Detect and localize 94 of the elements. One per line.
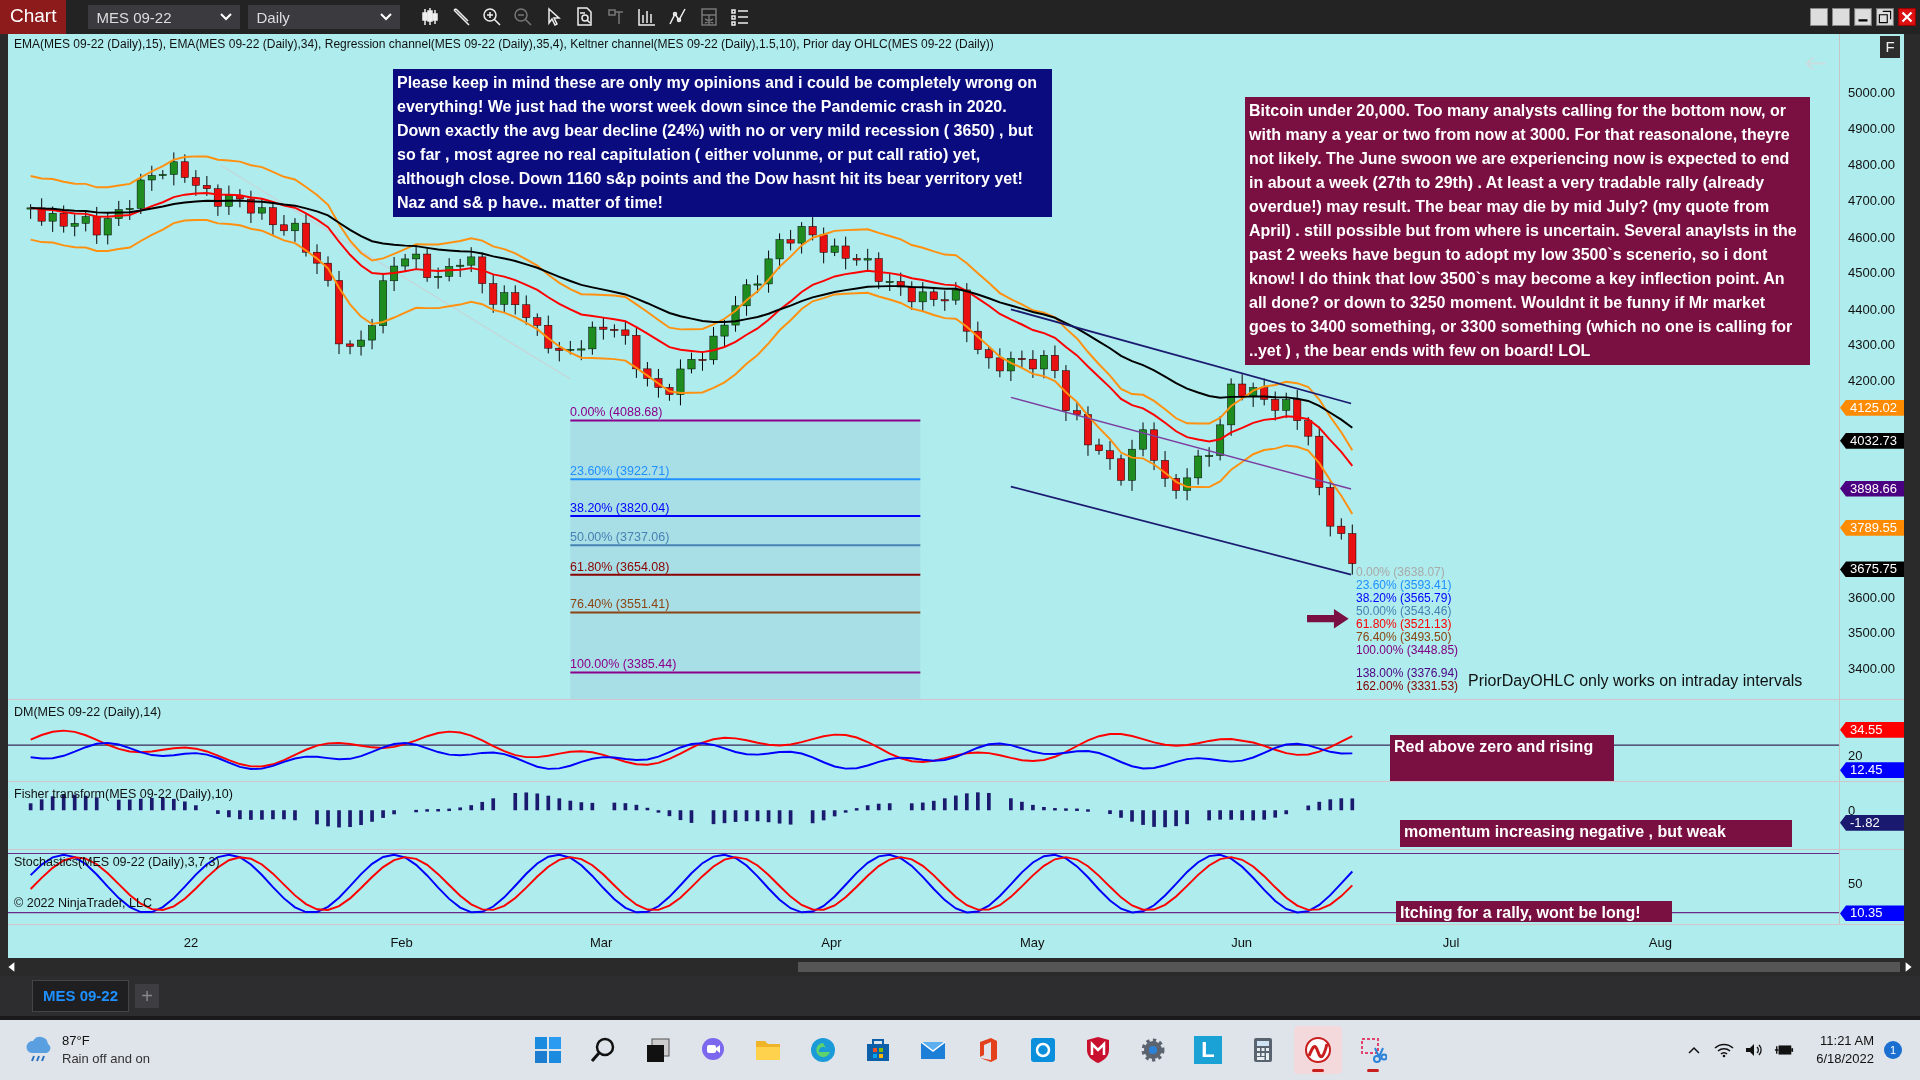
indicator-legend: EMA(MES 09-22 (Daily),15), EMA(MES 09-22 (Daily),34), Regression channel(MES 09-22 (Daily),35,4), Keltner channel(MES 09-22 (Daily),1.5,10), Prior day OHLC(MES 09-22 (Daily)) xyxy=(14,37,994,51)
price-flag: 4032.73 xyxy=(1840,432,1904,449)
fibonacci-label: 38.20% (3820.04) xyxy=(570,500,670,516)
price-flag: 3898.66 xyxy=(1840,480,1904,497)
swoosh-icon xyxy=(1304,1036,1332,1064)
date-label: Jun xyxy=(1230,935,1254,950)
wifi-icon[interactable] xyxy=(1714,1042,1735,1058)
axis-label: 4800.00 xyxy=(1848,157,1895,174)
value-flag: 12.45 xyxy=(1840,762,1904,779)
bar-chart-icon[interactable] xyxy=(637,7,658,27)
pencil-icon[interactable] xyxy=(451,7,472,27)
price-flag: 4125.02 xyxy=(1840,399,1904,416)
annotation-text: Bitcoin under 20,000. Too many analysts calling for the bottom now, or with many a year or two from now at 3000. For that reasonalone, theyre not likely. The June swoon we are experiencing now is expected to end in about a week (27th to 29th) . At least a very tradable rally (already overdue!) may result. The bear may die by mid July? (my quote from April) . still possible but from where is uncertain. Several anaylsts in the past 2 weeks have begun to adopt my low 3500`s scenerio, so i dont know! I do think that low 3500`s may become a key inflection point. An all done? or down to 3250 moment. Wouldnt it be funny if Mr market goes to 3400 something, or 3300 something (which no one is calling for ..yet ) , the bear ends with few on board! LOL xyxy=(1245,97,1810,365)
axis-label: 4200.00 xyxy=(1848,372,1895,389)
date-label: Mar xyxy=(589,935,614,950)
axis-label: 3500.00 xyxy=(1848,625,1895,642)
fibonacci-label: 61.80% (3521.13) xyxy=(1356,618,1453,631)
instrument-dropdown[interactable]: MES 09-22 xyxy=(88,5,241,29)
clock-time[interactable]: 11:21 AM xyxy=(1816,1032,1874,1050)
weather-text: Rain off and on xyxy=(62,1050,150,1068)
temperature-text: 87°F xyxy=(62,1032,91,1050)
annotation-text: Please keep in mind these are only my opinions and i could be completely wrong on everything! We just had the worst week down since the Pandemic crash in 2020. Down exactly the avg bear decline (24%) with no or very mild recession ( 3650) , but so far , most agree no real capitulation ( either volunme, or put call ratio) yet, although close. Down 1160 s&p points and the Dow hasnt hit its bear yerritory yet! Naz and s& p have.. matter of time! xyxy=(393,69,1052,217)
minimize-icon[interactable] xyxy=(1854,8,1872,26)
restore-icon[interactable] xyxy=(1876,8,1894,26)
store-icon xyxy=(864,1036,892,1064)
windows-logo-icon xyxy=(534,1036,562,1064)
scissors-icon xyxy=(1359,1036,1387,1064)
gear-icon xyxy=(1139,1036,1167,1064)
price-flag: 3675.75 xyxy=(1840,561,1904,578)
scroll-thumb[interactable] xyxy=(798,962,1900,972)
axis-label: 4900.00 xyxy=(1848,120,1895,137)
window-title: Chart xyxy=(0,0,67,34)
fibonacci-label: 162.00% (3331.53) xyxy=(1356,680,1459,693)
notification-count[interactable]: 1 xyxy=(1884,1041,1902,1059)
axis-label: 4700.00 xyxy=(1848,192,1895,209)
annotation-text: Itching for a rally, wont be long! xyxy=(1396,901,1672,922)
shield-icon xyxy=(1084,1036,1112,1064)
f-button[interactable]: F xyxy=(1880,36,1900,58)
date-label: 22 xyxy=(182,935,200,950)
chart-tab[interactable]: MES 09-22 xyxy=(32,980,130,1012)
fibonacci-label: 0.00% (4088.68) xyxy=(570,405,663,421)
list-icon[interactable] xyxy=(730,7,751,27)
date-label: Apr xyxy=(820,935,843,950)
ring-icon xyxy=(1029,1036,1057,1064)
indicator-label: Fisher transform(MES 09-22 (Daily),10) xyxy=(14,787,233,801)
fibonacci-label: 23.60% (3922.71) xyxy=(570,464,670,479)
line-chart-icon[interactable] xyxy=(668,7,689,27)
date-label: May xyxy=(1018,935,1046,950)
browser-icon xyxy=(809,1036,837,1064)
window-button[interactable] xyxy=(1810,8,1828,26)
speaker-icon[interactable] xyxy=(1744,1042,1765,1058)
close-icon[interactable] xyxy=(1898,8,1916,26)
fibonacci-label: 50.00% (3543.46) xyxy=(1356,605,1453,618)
task-view-icon xyxy=(644,1036,672,1064)
date-label: Aug xyxy=(1647,935,1673,950)
candlestick-icon[interactable] xyxy=(420,7,441,27)
interval-dropdown[interactable]: Daily xyxy=(248,5,401,29)
value-flag: 34.55 xyxy=(1840,721,1904,738)
horizontal-scrollbar[interactable] xyxy=(0,958,1920,976)
axis-label: 4400.00 xyxy=(1848,301,1895,318)
clock-date[interactable]: 6/18/2022 xyxy=(1816,1050,1874,1068)
axis-label: 4600.00 xyxy=(1848,229,1895,246)
caret-icon xyxy=(380,13,393,21)
axis-label: 20 xyxy=(1848,747,1863,764)
fibonacci-label: 61.80% (3654.08) xyxy=(570,559,670,575)
fibonacci-label: 76.40% (3551.41) xyxy=(570,597,670,613)
annotation-text: Red above zero and rising xyxy=(1390,735,1614,781)
fibonacci-label: 138.00% (3376.94) xyxy=(1356,667,1459,680)
axis-label: 3600.00 xyxy=(1848,589,1895,606)
value-flag: 10.35 xyxy=(1840,905,1904,922)
battery-icon[interactable] xyxy=(1774,1042,1795,1058)
date-label: Jul xyxy=(1441,935,1461,950)
axis-label: 4300.00 xyxy=(1848,337,1895,354)
axis-label: 50 xyxy=(1848,876,1863,893)
zoom-in-icon[interactable] xyxy=(482,7,503,27)
arrow-marker-icon xyxy=(1307,608,1349,629)
value-flag: -1.82 xyxy=(1840,814,1904,831)
indicator-label: DM(MES 09-22 (Daily),14) xyxy=(14,705,162,719)
axis-label: 3400.00 xyxy=(1848,660,1895,677)
axis-label: 4500.00 xyxy=(1848,265,1895,282)
search-icon xyxy=(589,1036,617,1064)
annotation-text: momentum increasing negative , but weak xyxy=(1400,820,1792,847)
fibonacci-label: 38.20% (3565.79) xyxy=(1356,592,1453,605)
fibonacci-label: 100.00% (3385.44) xyxy=(570,657,677,673)
axis-label: 5000.00 xyxy=(1848,85,1895,102)
fibonacci-label: 100.00% (3448.85) xyxy=(1356,644,1459,657)
fibonacci-label: 76.40% (3493.50) xyxy=(1356,631,1453,644)
date-label: Feb xyxy=(389,935,414,950)
fibonacci-label: 0.00% (3638.07) xyxy=(1356,566,1446,579)
notice-text: PriorDayOHLC only works on intraday intervals xyxy=(1468,672,1803,690)
fibonacci-label: 50.00% (3737.06) xyxy=(570,530,670,546)
fibonacci-label: 23.60% (3593.41) xyxy=(1356,579,1453,592)
price-flag: 3789.55 xyxy=(1840,519,1904,536)
caret-icon xyxy=(220,13,233,21)
